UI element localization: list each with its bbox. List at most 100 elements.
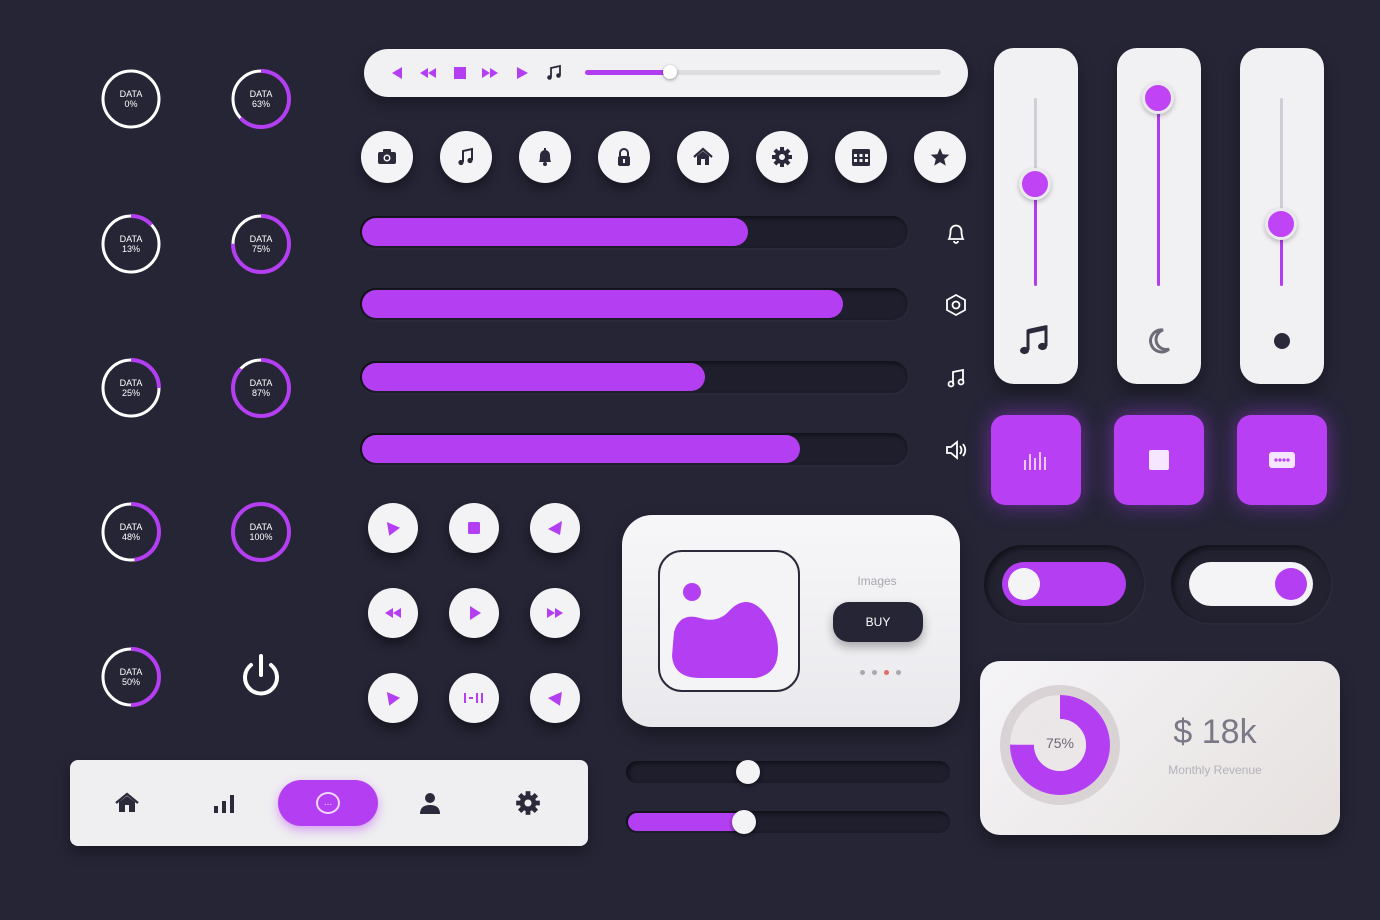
progress-bar — [360, 288, 908, 320]
star-icon — [930, 148, 950, 166]
gauge-label: DATA — [119, 522, 143, 532]
nav-stats[interactable] — [204, 782, 246, 824]
music-button[interactable] — [544, 63, 564, 83]
progress-fill — [362, 435, 800, 463]
pager-dot-active[interactable] — [884, 670, 889, 675]
vertical-slider-card — [1240, 48, 1324, 384]
gauge-label: DATA — [119, 234, 143, 244]
fast-forward-circle-button[interactable] — [530, 588, 580, 638]
notification-button[interactable] — [519, 131, 571, 183]
gauge-value: 87% — [251, 388, 270, 398]
notification-toggle[interactable] — [942, 219, 970, 247]
stop-circle-button[interactable] — [449, 503, 499, 553]
nav-home[interactable] — [106, 782, 148, 824]
bell-icon — [947, 224, 965, 244]
nav-profile[interactable] — [409, 782, 451, 824]
play-button[interactable] — [512, 63, 532, 83]
data-gauge: DATA 100% — [230, 501, 292, 563]
fast-forward-icon — [482, 68, 498, 78]
image-card-title: Images — [857, 574, 897, 588]
music-toggle[interactable] — [942, 364, 970, 392]
toggle-container — [984, 545, 1144, 623]
toggle-knob — [1008, 568, 1040, 600]
bell-icon — [539, 148, 551, 166]
home-icon — [693, 147, 713, 165]
stop-icon — [468, 522, 480, 534]
slider-handle[interactable] — [732, 810, 757, 834]
favorite-button[interactable] — [914, 131, 966, 183]
revenue-amount: $ 18k — [1173, 713, 1257, 751]
gauge-value: 48% — [121, 532, 140, 542]
pager-dot[interactable] — [872, 670, 877, 675]
gauge-value: 13% — [121, 244, 140, 254]
play-icon — [386, 521, 401, 536]
nav-chat-active[interactable]: ... — [278, 780, 378, 826]
back-circle-button[interactable] — [530, 503, 580, 553]
rewind-circle-button[interactable] — [368, 588, 418, 638]
back-circle-button[interactable] — [530, 673, 580, 723]
vertical-slider-track[interactable] — [1019, 98, 1051, 286]
play-pause-circle-button[interactable] — [449, 673, 499, 723]
vertical-slider-handle[interactable] — [1142, 82, 1174, 114]
home-button[interactable] — [677, 131, 729, 183]
data-gauge: DATA 25% — [100, 357, 162, 419]
rewind-button[interactable] — [418, 63, 438, 83]
stop-icon — [1149, 450, 1169, 470]
camera-icon — [378, 149, 396, 164]
play-circle-button[interactable] — [449, 588, 499, 638]
play-icon — [386, 691, 401, 706]
pager-dots — [860, 670, 904, 678]
calendar-button[interactable] — [835, 131, 887, 183]
camera-button[interactable] — [361, 131, 413, 183]
play-icon — [470, 606, 481, 620]
settings-toggle[interactable] — [942, 291, 970, 319]
previous-button[interactable] — [388, 63, 408, 83]
seek-track[interactable] — [585, 65, 941, 79]
nav-settings[interactable] — [507, 782, 549, 824]
play-circle-button[interactable] — [368, 503, 418, 553]
vertical-slider-track[interactable] — [1265, 98, 1297, 286]
data-gauge: DATA 48% — [100, 501, 162, 563]
stop-square-button[interactable] — [1114, 415, 1204, 505]
gauge-value: 50% — [121, 677, 140, 687]
music-note-icon — [458, 147, 473, 166]
buy-button[interactable]: BUY — [833, 602, 923, 642]
vertical-slider-handle[interactable] — [1019, 168, 1051, 201]
horizontal-slider[interactable] — [626, 810, 950, 834]
hexagon-settings-icon — [946, 293, 966, 317]
data-gauge: DATA 75% — [230, 213, 292, 275]
pager-dot[interactable] — [860, 670, 865, 675]
vertical-slider-handle[interactable] — [1265, 207, 1297, 240]
music-button[interactable] — [440, 131, 492, 183]
settings-button[interactable] — [756, 131, 808, 183]
rewind-icon — [420, 68, 436, 78]
seek-handle[interactable] — [663, 65, 678, 79]
volume-toggle[interactable] — [942, 436, 970, 464]
vertical-slider-track[interactable] — [1142, 82, 1174, 286]
seek-progress — [585, 70, 671, 75]
image-card: Images BUY — [622, 515, 960, 727]
equalizer-button[interactable] — [991, 415, 1081, 505]
power-icon — [243, 654, 279, 696]
stop-button[interactable] — [450, 63, 470, 83]
chat-icon: ... — [316, 792, 340, 814]
slider-handle[interactable] — [735, 760, 760, 784]
chat-square-button[interactable] — [1237, 415, 1327, 505]
pager-dot[interactable] — [896, 670, 901, 675]
toggle-container — [1171, 545, 1331, 623]
gauge-value: 25% — [121, 388, 140, 398]
progress-bar — [360, 433, 908, 465]
toggle-switch[interactable] — [1002, 562, 1126, 606]
horizontal-slider[interactable] — [626, 760, 950, 784]
play-circle-button[interactable] — [368, 673, 418, 723]
fast-forward-button[interactable] — [480, 63, 500, 83]
image-placeholder[interactable] — [658, 550, 800, 692]
data-gauge: DATA 13% — [100, 213, 162, 275]
dot-icon — [1274, 333, 1290, 349]
toggle-switch[interactable] — [1189, 562, 1313, 606]
back-icon — [547, 691, 562, 706]
power-button[interactable] — [236, 651, 286, 701]
gauge-label: DATA — [249, 234, 273, 244]
music-note-icon — [947, 368, 965, 388]
lock-button[interactable] — [598, 131, 650, 183]
